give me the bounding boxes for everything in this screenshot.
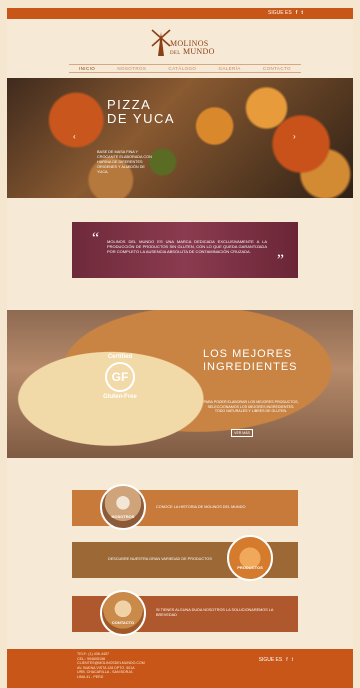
nav-item-catalogo[interactable]: CATÁLOGO bbox=[168, 66, 196, 71]
hero-title: PIZZA DE YUCA bbox=[107, 98, 175, 126]
footer: TELF.: (1) 436-4457 CEL.: 994605198 CLIE… bbox=[7, 649, 353, 688]
footer-address3: LIMA 41 - PERÚ bbox=[77, 674, 104, 679]
nav-item-inicio[interactable]: INICIO bbox=[79, 66, 95, 71]
nav-item-galeria[interactable]: GALERÍA bbox=[218, 66, 240, 71]
windmill-icon bbox=[151, 29, 171, 56]
nav-item-nosotros[interactable]: NOSOTROS bbox=[117, 66, 146, 71]
hero-title-line2: DE YUCA bbox=[107, 111, 176, 126]
logo-line2-wrap: DEL MUNDO bbox=[170, 48, 215, 58]
main-nav: INICIO NOSOTROS CATÁLOGO GALERÍA CONTACT… bbox=[69, 64, 301, 73]
page: SIGUE ES f t MOLINOS DEL MUNDO INICIO NO… bbox=[7, 8, 353, 688]
cert-bottom: Gluten-Free bbox=[103, 394, 137, 400]
footer-social: SIGUE ES f t bbox=[259, 657, 293, 663]
heading-line1: LOS MEJORES bbox=[203, 348, 293, 360]
nav-item-contacto[interactable]: CONTACTO bbox=[263, 66, 291, 71]
logo-prefix: DEL bbox=[170, 51, 181, 56]
footer-social-label: SIGUE ES bbox=[258, 657, 283, 663]
logo-line2: MUNDO bbox=[182, 47, 215, 56]
twitter-icon[interactable]: t bbox=[301, 10, 303, 16]
top-social-label: SIGUE ES bbox=[268, 10, 292, 16]
gluten-free-badge: Certified GF Gluten-Free bbox=[99, 354, 141, 400]
top-social: SIGUE ES f t bbox=[268, 10, 303, 16]
prev-arrow-icon[interactable]: ‹ bbox=[73, 132, 76, 141]
footer-contact: TELF.: (1) 436-4457 CEL.: 994605198 CLIE… bbox=[77, 652, 145, 680]
circle-label: PRODUCTOS bbox=[237, 565, 263, 570]
cert-top: Certified bbox=[107, 354, 133, 360]
logo[interactable]: MOLINOS DEL MUNDO bbox=[150, 28, 220, 64]
productos-circle[interactable]: PRODUCTOS bbox=[227, 535, 273, 581]
logo-text: MOLINOS DEL MUNDO bbox=[170, 40, 215, 58]
close-quote-icon: ” bbox=[276, 252, 284, 269]
nosotros-circle[interactable]: NOSOTROS bbox=[100, 484, 146, 530]
promo-text: CONOCE LA HISTORIA DE MOLINOS DEL MUNDO bbox=[156, 505, 246, 509]
hero-title-line1: PIZZA bbox=[107, 97, 152, 112]
ingredients-description: PARA PODER ELABORAR LOS MEJORES PRODUCTO… bbox=[203, 400, 299, 414]
quote-box: “ MOLINOS DEL MUNDO ES UNA MARCA DEDICAD… bbox=[72, 222, 298, 278]
open-quote-icon: “ bbox=[92, 230, 100, 247]
next-arrow-icon[interactable]: › bbox=[293, 132, 296, 141]
twitter-icon[interactable]: t bbox=[292, 657, 293, 663]
quote-text: MOLINOS DEL MUNDO ES UNA MARCA DEDICADA … bbox=[107, 239, 267, 254]
circle-label: CONTACTO bbox=[111, 620, 135, 625]
hero-slider: PIZZA DE YUCA BASE DE MASA FINA Y CROCAN… bbox=[7, 78, 353, 198]
facebook-icon[interactable]: f bbox=[296, 10, 298, 16]
ingredients-heading: LOS MEJORES INGREDIENTES bbox=[203, 348, 298, 374]
ingredients-banner: Certified GF Gluten-Free LOS MEJORES ING… bbox=[7, 310, 353, 458]
heading-line2: INGREDIENTES bbox=[203, 361, 298, 373]
facebook-icon[interactable]: f bbox=[286, 657, 287, 663]
cert-mid: GF bbox=[105, 362, 135, 392]
promo-text: SI TIENES ALGUNA DUDA NOSOTROS LA SOLUCI… bbox=[156, 608, 274, 617]
promo-text: DESCUBRE NUESTRA GRAN VARIEDAD DE PRODUC… bbox=[108, 557, 212, 561]
hero-description: BASE DE MASA FINA Y CROCANTE ELABORADA C… bbox=[97, 150, 152, 174]
contacto-circle[interactable]: CONTACTO bbox=[100, 590, 146, 636]
ver-mas-button[interactable]: VER MÁS bbox=[231, 429, 253, 437]
circle-label: NOSOTROS bbox=[111, 514, 135, 519]
top-bar: SIGUE ES f t bbox=[7, 8, 353, 19]
